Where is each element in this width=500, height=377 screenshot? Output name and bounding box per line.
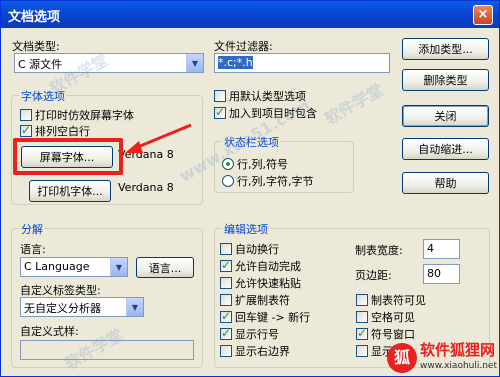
tab-visible-label: 制表符可见 bbox=[371, 294, 426, 307]
logo-text: 软件狐狸网 www.xiaohuli.net bbox=[420, 342, 497, 374]
chevron-down-icon[interactable]: ▼ bbox=[186, 54, 203, 72]
checkbox-icon bbox=[220, 277, 232, 289]
edit-option-checkbox[interactable]: 允许自动完成 bbox=[220, 258, 301, 274]
parse-title: 分解 bbox=[19, 221, 45, 237]
close-window-button[interactable]: × bbox=[473, 5, 493, 25]
status-radio-2[interactable]: 行,列,字符,字节 bbox=[222, 173, 314, 189]
printer-font-name: Verdana 8 bbox=[118, 181, 174, 194]
file-filter-label: 文件过滤器: bbox=[214, 40, 273, 53]
title-bar: 文档选项 × bbox=[1, 1, 499, 28]
custom-tag-select[interactable]: 无自定义分析器 ▼ bbox=[20, 297, 144, 317]
language-select[interactable]: C Language ▼ bbox=[20, 257, 128, 277]
edit-option-checkbox[interactable]: 显示行号 bbox=[220, 326, 279, 342]
space-visible-label: 空格可见 bbox=[371, 311, 415, 324]
logo-name: 软件狐狸网 bbox=[419, 341, 495, 359]
logo-url: www.xiaohuli.net bbox=[419, 361, 497, 371]
edit-option-checkbox[interactable]: 显示右边界 bbox=[220, 343, 290, 359]
window-title: 文档选项 bbox=[8, 10, 61, 25]
highlight-box bbox=[13, 138, 123, 175]
doc-type-label: 文档类型: bbox=[12, 40, 60, 53]
printer-font-button[interactable]: 打印机字体... bbox=[29, 180, 111, 202]
chevron-down-icon[interactable]: ▼ bbox=[126, 298, 143, 316]
symbol-window-checkbox[interactable]: 符号窗口 bbox=[356, 326, 415, 342]
checkbox-icon bbox=[220, 294, 232, 306]
use-default-label: 用默认类型选项 bbox=[229, 90, 306, 103]
status-option-1-label: 行,列,符号 bbox=[237, 158, 288, 171]
site-logo: 狐 软件狐狸网 www.xiaohuli.net bbox=[386, 342, 497, 374]
arrange-blanks-checkbox[interactable]: 排列空白行 bbox=[20, 123, 90, 139]
checkbox-checked-icon bbox=[20, 123, 32, 137]
chevron-down-icon[interactable]: ▼ bbox=[110, 258, 127, 276]
status-bar-title: 状态栏选项 bbox=[222, 134, 281, 150]
add-to-project-label: 加入到项目时包含 bbox=[229, 107, 317, 120]
checkbox-icon bbox=[220, 243, 232, 255]
close-button[interactable]: 关闭 bbox=[402, 105, 489, 127]
arrange-blanks-label: 排列空白行 bbox=[35, 125, 90, 138]
tab-width-input[interactable]: 4 bbox=[423, 239, 460, 259]
custom-tag-value: 无自定义分析器 bbox=[24, 302, 101, 315]
space-visible-checkbox[interactable]: 空格可见 bbox=[356, 309, 415, 325]
language-value: C Language bbox=[24, 260, 90, 273]
use-default-checkbox[interactable]: 用默认类型选项 bbox=[214, 88, 306, 104]
auto-indent-button[interactable]: 自动缩进... bbox=[402, 138, 489, 160]
checkbox-checked-icon bbox=[220, 326, 232, 340]
checkbox-checked-icon bbox=[356, 326, 368, 340]
checkbox-icon bbox=[220, 345, 232, 357]
status-radio-1[interactable]: 行,列,符号 bbox=[222, 156, 288, 172]
file-filter-value: *.c;*.h bbox=[218, 56, 253, 69]
font-options-title: 字体选项 bbox=[19, 88, 67, 104]
checkbox-icon bbox=[356, 345, 368, 357]
add-type-button[interactable]: 添加类型... bbox=[402, 38, 489, 60]
edit-option-checkbox[interactable]: 自动换行 bbox=[220, 241, 279, 257]
edit-option-checkbox[interactable]: 回车键 -> 新行 bbox=[220, 309, 310, 325]
custom-style-input[interactable] bbox=[20, 340, 194, 360]
checkbox-checked-icon bbox=[220, 258, 232, 272]
checkbox-icon bbox=[20, 109, 32, 121]
edit-option-label: 显示行号 bbox=[235, 328, 279, 341]
custom-style-label: 自定义式样: bbox=[20, 325, 79, 338]
file-filter-input[interactable]: *.c;*.h bbox=[214, 53, 390, 73]
custom-tag-label: 自定义标签类型: bbox=[20, 284, 101, 297]
status-option-2-label: 行,列,字符,字节 bbox=[237, 175, 314, 188]
radio-selected-icon bbox=[222, 158, 234, 170]
edit-option-label: 允许快速粘贴 bbox=[235, 277, 301, 290]
checkbox-icon bbox=[356, 294, 368, 306]
edit-option-checkbox[interactable]: 扩展制表符 bbox=[220, 292, 290, 308]
margin-input[interactable]: 80 bbox=[423, 264, 460, 284]
checkbox-checked-icon bbox=[220, 309, 232, 323]
margin-label: 页边距: bbox=[355, 269, 392, 282]
edit-options-title: 编辑选项 bbox=[222, 221, 270, 237]
language-label: 语言: bbox=[20, 243, 46, 256]
edit-option-checkbox[interactable]: 允许快速粘贴 bbox=[220, 275, 301, 291]
print-emulate-checkbox[interactable]: 打印时仿效屏幕字体 bbox=[20, 107, 134, 123]
doc-type-select[interactable]: C 源文件 ▼ bbox=[14, 53, 204, 73]
help-button[interactable]: 帮助 bbox=[402, 172, 489, 194]
doc-type-value: C 源文件 bbox=[18, 58, 63, 71]
fox-logo-icon: 狐 bbox=[386, 343, 417, 373]
watermark: 软件学堂 bbox=[321, 80, 387, 129]
radio-icon bbox=[222, 175, 234, 187]
checkbox-icon bbox=[214, 90, 226, 102]
language-button[interactable]: 语言... bbox=[136, 257, 194, 278]
tab-width-label: 制表宽度: bbox=[355, 244, 403, 257]
add-to-project-checkbox[interactable]: 加入到项目时包含 bbox=[214, 105, 317, 121]
delete-type-button[interactable]: 删除类型 bbox=[402, 69, 489, 91]
red-arrow-icon bbox=[125, 123, 192, 153]
document-options-dialog: 文档选项 × 文档类型: C 源文件 ▼ 文件过滤器: *.c;*.h 添加类型… bbox=[0, 0, 500, 377]
edit-option-label: 回车键 -> 新行 bbox=[235, 311, 311, 324]
edit-option-label: 扩展制表符 bbox=[235, 294, 290, 307]
edit-option-label: 显示右边界 bbox=[235, 345, 290, 358]
symbol-window-label: 符号窗口 bbox=[371, 328, 415, 341]
checkbox-checked-icon bbox=[214, 105, 226, 119]
edit-option-label: 自动换行 bbox=[235, 243, 279, 256]
tab-visible-checkbox[interactable]: 制表符可见 bbox=[356, 292, 426, 308]
edit-option-label: 允许自动完成 bbox=[235, 260, 301, 273]
checkbox-icon bbox=[356, 311, 368, 323]
